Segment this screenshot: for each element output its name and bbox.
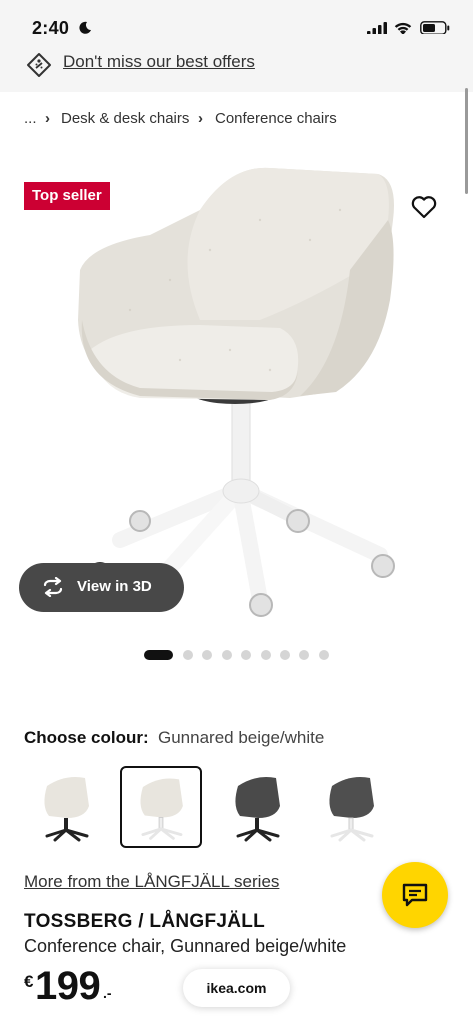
- view-in-3d-label: View in 3D: [77, 578, 152, 595]
- moon-icon: [79, 21, 91, 34]
- chat-button[interactable]: [382, 862, 448, 928]
- carousel-dot[interactable]: [261, 650, 271, 660]
- breadcrumb-item-desks[interactable]: Desk & desk chairs: [61, 110, 189, 127]
- browser-url-bar[interactable]: ikea.com: [183, 969, 290, 1007]
- carousel-dot[interactable]: [183, 650, 193, 660]
- price-integer: 199: [35, 964, 101, 1008]
- offer-link[interactable]: Don't miss our best offers: [63, 52, 255, 72]
- rotate-3d-icon: [43, 577, 63, 597]
- price-currency: €: [24, 972, 34, 991]
- top-seller-badge: Top seller: [24, 182, 110, 210]
- chat-icon: [402, 883, 428, 907]
- product-description: Conference chair, Gunnared beige/white: [24, 936, 347, 956]
- chair-thumbnail-icon: [44, 777, 89, 842]
- carousel-dot[interactable]: [280, 650, 290, 660]
- colour-swatch-beige-white[interactable]: [120, 766, 202, 848]
- carousel-dot[interactable]: [222, 650, 232, 660]
- breadcrumb-item-conference-chairs[interactable]: Conference chairs: [215, 110, 337, 127]
- chair-thumbnail-icon: [329, 777, 374, 842]
- price-decimal: .-: [103, 985, 112, 1001]
- chair-thumbnail-icon: [140, 778, 183, 840]
- colour-swatch-dark-grey-black[interactable]: [216, 766, 298, 848]
- heart-icon[interactable]: [411, 195, 437, 219]
- scroll-indicator: [465, 88, 468, 194]
- carousel-dot[interactable]: [241, 650, 251, 660]
- product-name: TOSSBERG / LÅNGFJÄLL: [24, 911, 266, 932]
- colour-swatch-beige-black[interactable]: [25, 766, 107, 848]
- breadcrumb-ellipsis[interactable]: ...: [24, 110, 37, 127]
- url-text: ikea.com: [206, 980, 267, 996]
- series-link[interactable]: More from the LÅNGFJÄLL series: [24, 872, 279, 892]
- colour-swatch-dark-grey-white[interactable]: [310, 766, 392, 848]
- product-image[interactable]: [60, 160, 420, 630]
- price-tag-icon: [27, 53, 51, 77]
- carousel-dot[interactable]: [299, 650, 309, 660]
- carousel-dot[interactable]: [202, 650, 212, 660]
- chair-thumbnail-icon: [235, 777, 280, 842]
- breadcrumb-separator: ›: [45, 110, 50, 127]
- view-in-3d-button[interactable]: View in 3D: [19, 563, 184, 612]
- choose-colour-label: Choose colour:: [24, 728, 149, 747]
- carousel-dot[interactable]: [319, 650, 329, 660]
- carousel-dot[interactable]: [144, 650, 173, 660]
- selected-colour-value: Gunnared beige/white: [158, 728, 325, 747]
- breadcrumb-separator: ›: [198, 110, 203, 127]
- battery-icon: [420, 21, 450, 35]
